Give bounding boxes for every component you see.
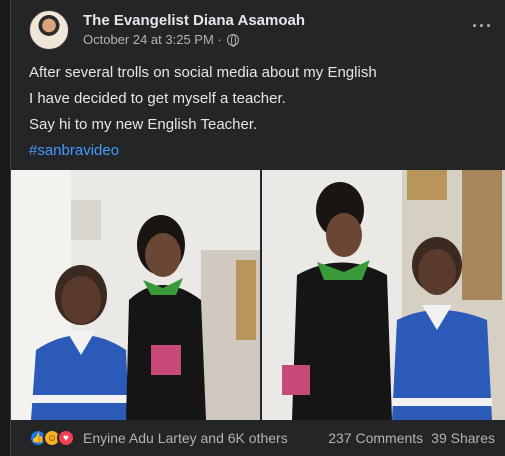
- love-icon: ♥: [57, 429, 75, 447]
- post-text: After several trolls on social media abo…: [29, 60, 495, 164]
- post-line: Say hi to my new English Teacher.: [29, 116, 258, 133]
- author-name[interactable]: The Evangelist Diana Asamoah: [83, 12, 305, 29]
- post-meta: October 24 at 3:25 PM ·: [83, 32, 239, 47]
- photo-right[interactable]: [262, 170, 505, 420]
- photo-left[interactable]: [11, 170, 260, 420]
- comments-count[interactable]: 237 Comments: [328, 430, 423, 446]
- hashtag-link[interactable]: #sanbravideo: [29, 138, 495, 164]
- post-timestamp[interactable]: October 24 at 3:25 PM ·: [83, 32, 222, 47]
- post-line: After several trolls on social media abo…: [29, 64, 377, 81]
- more-options-button[interactable]: ···: [472, 16, 493, 37]
- photo-grid: [11, 170, 505, 420]
- engagement-counts: 237 Comments 39 Shares: [328, 430, 495, 446]
- post-card: The Evangelist Diana Asamoah October 24 …: [10, 0, 505, 456]
- shares-count[interactable]: 39 Shares: [431, 430, 495, 446]
- author-avatar[interactable]: [29, 10, 69, 50]
- globe-icon: [226, 33, 239, 47]
- reactor-names[interactable]: Enyine Adu Lartey and 6K others: [83, 430, 288, 446]
- post-line: I have decided to get myself a teacher.: [29, 90, 286, 107]
- reaction-icons[interactable]: 👍 ☺ ♥: [29, 429, 75, 447]
- post-header: The Evangelist Diana Asamoah October 24 …: [29, 10, 505, 52]
- photo-left-image: [11, 170, 260, 420]
- reaction-summary: 👍 ☺ ♥ Enyine Adu Lartey and 6K others 23…: [29, 426, 495, 450]
- photo-right-image: [262, 170, 505, 420]
